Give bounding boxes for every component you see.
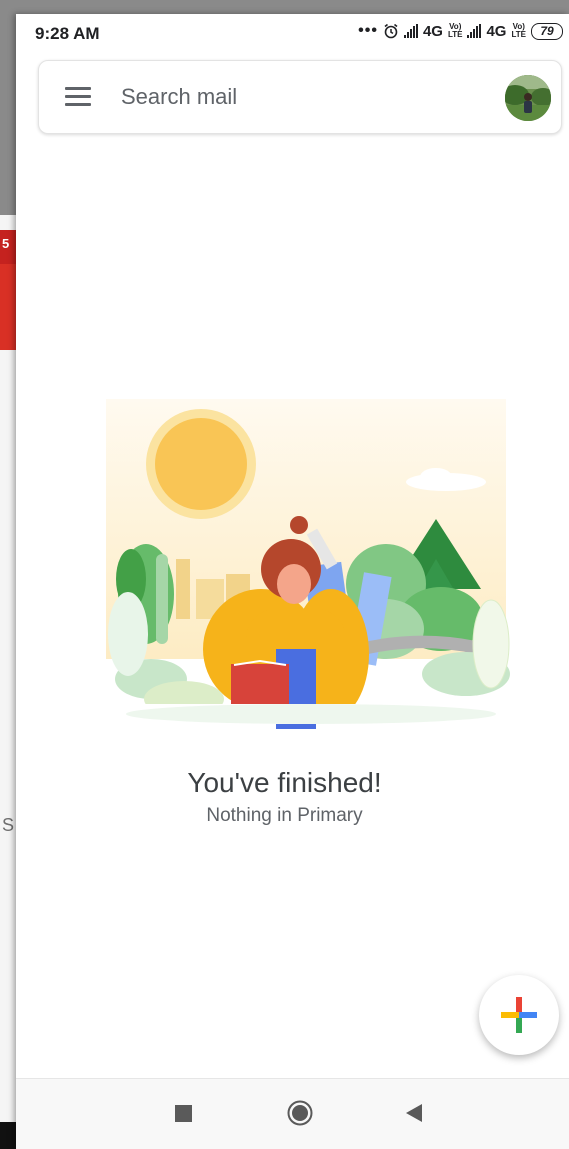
- status-bar: 9:28 AM ••• 4G Vo) LTE 4G Vo) LTE 79: [16, 14, 569, 54]
- profile-avatar[interactable]: [505, 75, 551, 121]
- back-icon[interactable]: [405, 1103, 423, 1123]
- network-type-2: 4G: [486, 22, 507, 40]
- alarm-icon: [384, 23, 398, 39]
- search-input[interactable]: Search mail: [121, 84, 237, 110]
- background-screen: [0, 215, 16, 1149]
- volte-icon: Vo) LTE: [448, 23, 463, 39]
- system-navigation-bar: [16, 1078, 569, 1149]
- compose-plus-icon: [501, 997, 537, 1033]
- volte-bottom-label: LTE: [447, 30, 463, 39]
- background-letter: S: [2, 815, 15, 835]
- empty-state-title: You've finished!: [187, 767, 382, 798]
- background-bottom-bar: [0, 1122, 16, 1149]
- hamburger-menu-icon[interactable]: [65, 85, 93, 107]
- battery-icon: 79: [531, 22, 563, 40]
- status-time: 9:28 AM: [35, 24, 100, 43]
- volte-bottom-label: LTE: [511, 30, 526, 39]
- signal-icon: [403, 24, 418, 38]
- home-icon[interactable]: [287, 1100, 313, 1126]
- network-type-1: 4G: [422, 22, 443, 40]
- recent-apps-icon[interactable]: [175, 1105, 192, 1122]
- empty-inbox-illustration: [106, 399, 510, 729]
- search-bar[interactable]: Search mail: [38, 60, 562, 134]
- volte-icon: Vo) LTE: [511, 23, 526, 39]
- background-badge: 5: [2, 236, 10, 251]
- compose-button[interactable]: [479, 975, 559, 1055]
- signal-icon: [467, 24, 482, 38]
- empty-state-subtitle: Nothing in Primary: [206, 805, 363, 826]
- gmail-screen: 9:28 AM ••• 4G Vo) LTE 4G Vo) LTE 79 Sea…: [16, 14, 569, 1149]
- status-icons: ••• 4G Vo) LTE 4G Vo) LTE 79: [358, 22, 563, 40]
- more-notifications-icon: •••: [358, 22, 378, 39]
